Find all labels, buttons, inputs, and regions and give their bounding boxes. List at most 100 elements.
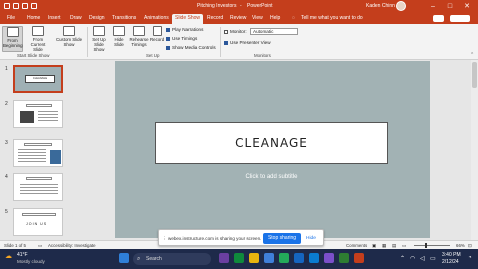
search-icon: ⌕ bbox=[137, 256, 141, 262]
tab-review[interactable]: Review bbox=[230, 15, 246, 21]
show-media-controls-checkbox[interactable]: Show Media Controls bbox=[166, 45, 216, 50]
group-label-setup: Set Up bbox=[146, 53, 160, 58]
tab-home[interactable]: Home bbox=[27, 15, 40, 21]
chrome-icon[interactable] bbox=[279, 253, 289, 263]
zoom-level[interactable]: 66% bbox=[456, 243, 465, 248]
weather-text[interactable]: Mostly cloudy bbox=[17, 259, 45, 264]
custom-slide-show-button[interactable]: Custom Slide Show bbox=[54, 26, 84, 52]
thumbnail-image bbox=[20, 111, 34, 123]
battery-icon[interactable]: ▭ bbox=[430, 255, 436, 262]
tab-transitions[interactable]: Transitions bbox=[112, 15, 136, 21]
app-icon[interactable] bbox=[339, 253, 349, 263]
edge-icon[interactable] bbox=[309, 253, 319, 263]
monitor-select[interactable]: Automatic bbox=[250, 28, 298, 35]
hide-button[interactable]: Hide bbox=[306, 236, 316, 241]
ribbon-tabs: File Home Insert Draw Design Transitions… bbox=[0, 13, 478, 24]
group-divider bbox=[87, 27, 88, 57]
volume-icon[interactable]: ◁ bbox=[420, 255, 425, 262]
tab-slide-show[interactable]: Slide Show bbox=[172, 14, 204, 24]
accessibility-status[interactable]: Accessibility: Investigate bbox=[48, 243, 96, 248]
title-bar: Pitching Investors - PowerPoint Kaden Ch… bbox=[0, 0, 478, 13]
custom-show-label: Custom Slide Show bbox=[55, 37, 83, 47]
mail-icon[interactable] bbox=[294, 253, 304, 263]
set-up-slide-show-button[interactable]: Set Up Slide Show bbox=[89, 26, 109, 52]
lightbulb-icon: ◌ bbox=[292, 15, 295, 21]
record-button[interactable]: Record bbox=[150, 26, 164, 52]
slide-number: 5 bbox=[5, 209, 8, 215]
thumbnail-image bbox=[50, 150, 61, 164]
thumbnail-title-box bbox=[26, 104, 52, 107]
tab-design[interactable]: Design bbox=[89, 15, 105, 21]
taskbar: ☁ 41°F Mostly cloudy ⌕ Search ⌃ ◠ ◁ ▭ 3:… bbox=[0, 249, 478, 269]
subtitle-placeholder[interactable]: Click to add subtitle bbox=[155, 174, 388, 180]
powerpoint-icon[interactable] bbox=[354, 253, 364, 263]
minimize-button[interactable]: – bbox=[428, 2, 438, 11]
scroll-thumb[interactable] bbox=[472, 62, 477, 88]
onenote-icon[interactable] bbox=[324, 253, 334, 263]
clock-date[interactable]: 2/12/24 bbox=[442, 259, 459, 265]
slide-thumbnail-5[interactable]: JOIN US bbox=[13, 208, 63, 236]
play-narrations-checkbox[interactable]: Play Narrations bbox=[166, 27, 203, 32]
account-name[interactable]: Kaden Chinn bbox=[366, 3, 395, 9]
save-icon[interactable] bbox=[13, 3, 19, 9]
wifi-icon[interactable]: ◠ bbox=[410, 255, 415, 262]
checkbox-checked-icon bbox=[166, 45, 170, 50]
share-button[interactable] bbox=[450, 15, 470, 22]
zoom-slider[interactable] bbox=[414, 245, 450, 246]
comments-toggle[interactable]: Comments bbox=[346, 243, 367, 248]
document-title: Pitching Investors bbox=[197, 3, 237, 9]
tab-file[interactable]: File bbox=[7, 15, 15, 21]
tab-record[interactable]: Record bbox=[207, 15, 223, 21]
use-presenter-view-checkbox[interactable]: Use Presenter View bbox=[224, 40, 271, 45]
windows-start-icon[interactable] bbox=[119, 253, 129, 263]
tab-insert[interactable]: Insert bbox=[48, 15, 61, 21]
thumbnail-text-lines bbox=[20, 184, 58, 185]
comments-button[interactable] bbox=[433, 15, 444, 22]
tell-me-search[interactable]: Tell me what you want to do bbox=[301, 15, 363, 21]
thumbnail-text-lines bbox=[18, 149, 46, 150]
undo-icon[interactable] bbox=[22, 3, 28, 9]
custom-show-icon bbox=[63, 26, 75, 36]
maximize-button[interactable]: □ bbox=[445, 2, 455, 11]
rehearse-timings-button[interactable]: Rehearse Timings bbox=[129, 26, 149, 52]
slide-thumbnail-3[interactable] bbox=[13, 139, 63, 167]
task-view-icon[interactable] bbox=[219, 253, 229, 263]
redo-icon[interactable] bbox=[31, 3, 37, 9]
hide-slide-button[interactable]: Hide Slide bbox=[111, 26, 127, 52]
slide-thumbnail-1[interactable]: CLEANAGE bbox=[13, 65, 63, 93]
clock-time[interactable]: 3:40 PM bbox=[442, 252, 461, 258]
file-explorer-icon[interactable] bbox=[249, 253, 259, 263]
close-button[interactable]: ✕ bbox=[462, 2, 472, 11]
stop-sharing-button[interactable]: Stop sharing bbox=[263, 233, 301, 244]
app-icon[interactable] bbox=[234, 253, 244, 263]
autosave-icon[interactable] bbox=[4, 3, 10, 9]
slide-number: 1 bbox=[5, 66, 8, 72]
notification-icon[interactable]: ◔ bbox=[468, 255, 472, 261]
zoom-slider-thumb[interactable] bbox=[425, 243, 427, 248]
use-timings-checkbox[interactable]: Use Timings bbox=[166, 36, 197, 41]
monitor-icon bbox=[224, 29, 228, 34]
from-beginning-button[interactable]: From Beginning bbox=[2, 26, 23, 52]
drag-handle-icon[interactable]: ⋮ bbox=[162, 236, 167, 242]
show-hidden-icons[interactable]: ⌃ bbox=[400, 255, 405, 262]
collapse-ribbon-icon[interactable]: ⌃ bbox=[470, 52, 474, 58]
slideshow-current-icon bbox=[32, 26, 44, 36]
share-message: webex.instructure.com is sharing your sc… bbox=[168, 236, 262, 241]
temperature[interactable]: 41°F bbox=[17, 252, 28, 258]
tab-help[interactable]: Help bbox=[270, 15, 280, 21]
tab-view[interactable]: View bbox=[252, 15, 263, 21]
teams-icon[interactable] bbox=[264, 253, 274, 263]
slide-thumbnail-4[interactable] bbox=[13, 173, 63, 201]
slide-thumbnail-2[interactable] bbox=[13, 100, 63, 128]
slide-title-placeholder[interactable]: CLEANAGE bbox=[155, 122, 388, 164]
thumbnail-title: JOIN US bbox=[26, 222, 48, 226]
tab-animations[interactable]: Animations bbox=[144, 15, 169, 21]
vertical-scrollbar[interactable] bbox=[471, 60, 478, 240]
slide-number: 4 bbox=[5, 174, 8, 180]
taskbar-search[interactable]: ⌕ Search bbox=[133, 253, 211, 265]
avatar[interactable] bbox=[396, 1, 406, 11]
hide-slide-icon bbox=[113, 26, 125, 36]
rehearse-label: Rehearse Timings bbox=[129, 37, 149, 47]
tab-draw[interactable]: Draw bbox=[70, 15, 82, 21]
from-current-slide-button[interactable]: From Current Slide bbox=[26, 26, 50, 52]
